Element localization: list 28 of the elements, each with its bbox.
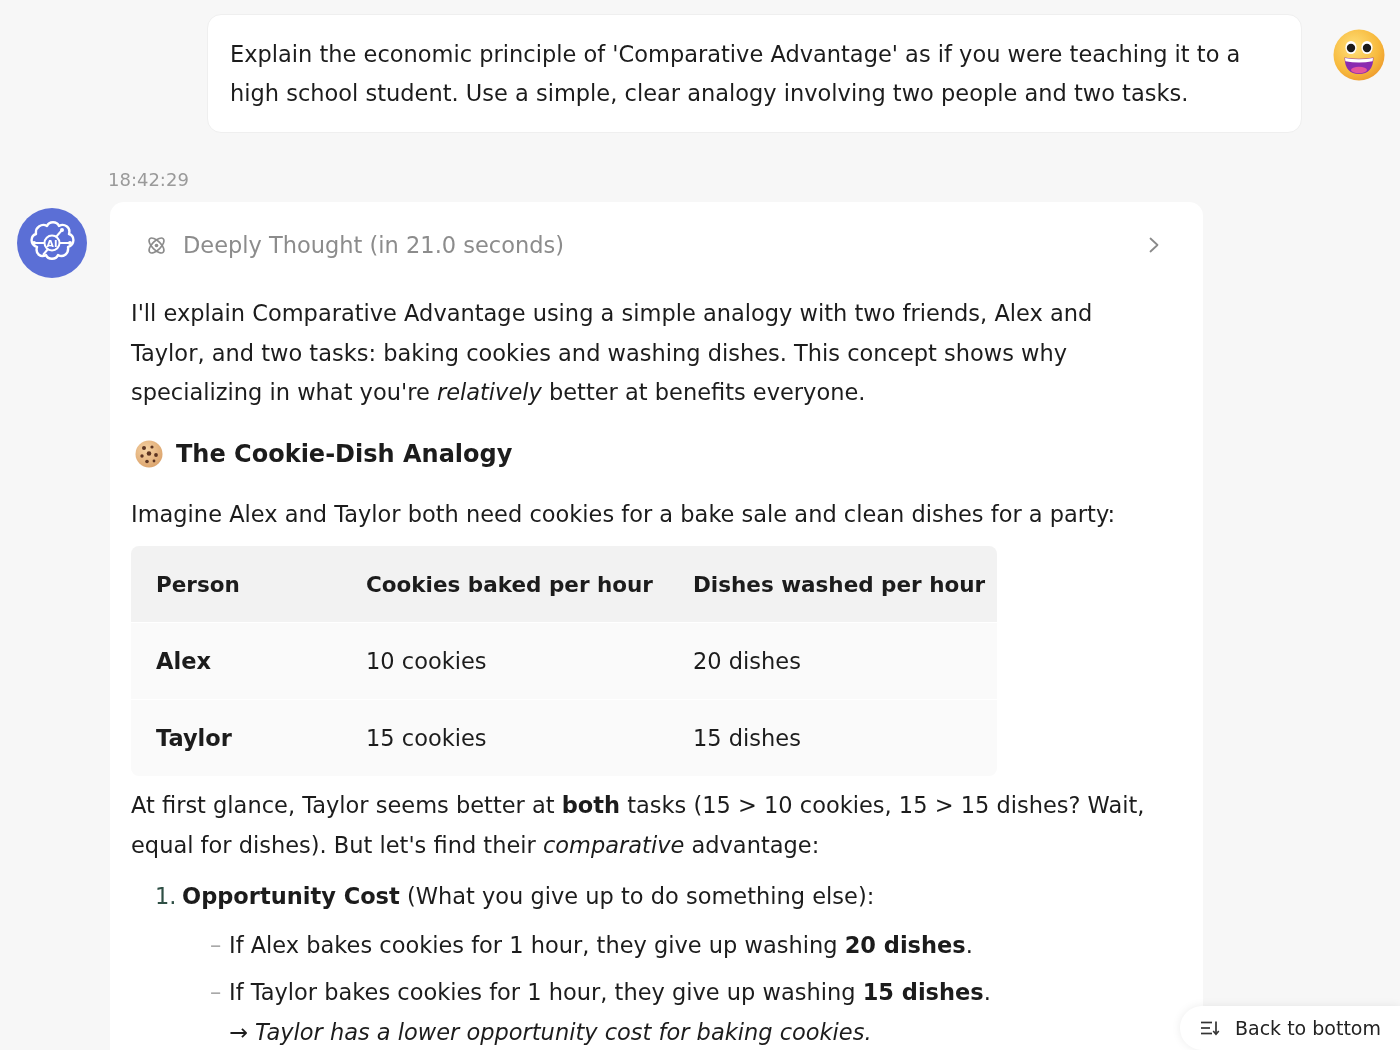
list-item-text: If Taylor bakes cookies for 1 hour, they give up washing 15 dishes. (229, 978, 991, 1007)
table-header-cell: Dishes washed per hour (668, 546, 997, 622)
back-to-bottom-button[interactable]: Back to bottom (1180, 1006, 1400, 1050)
message-paragraph: At first glance, Taylor seems better at both tasks (15 > 10 cookies, 15 > 15 dishes? Wait, equal for dishes). But let's find their comparative advantage: (131, 791, 1146, 860)
user-avatar-icon (1333, 29, 1385, 81)
table-cell: 10 cookies (341, 622, 668, 699)
message-paragraph: I'll explain Comparative Advantage using a simple analogy with two friends, Alex and Taylor, and two tasks: baking cookies and washing dishes. This concept shows why specializing in what you're relatively better at benefits everyone. (131, 299, 1094, 407)
message-paragraph: Imagine Alex and Taylor both need cookies for a bake sale and clean dishes for a party: (131, 499, 1117, 529)
table-cell: 15 dishes (668, 699, 997, 776)
message-timestamp: 18:42:29 (108, 169, 189, 191)
list-item-text: If Alex bakes cookies for 1 hour, they give up washing 20 dishes. (229, 930, 973, 960)
table-cell: 20 dishes (668, 622, 997, 699)
table-cell: Alex (131, 622, 341, 699)
list-bullet: – (210, 930, 223, 960)
table-cell: 15 cookies (341, 699, 668, 776)
lines-down-arrow-icon (1200, 1020, 1220, 1036)
table-header-cell: Cookies baked per hour (341, 546, 668, 622)
table-header-cell: Person (131, 546, 341, 622)
atom-icon (146, 234, 167, 256)
table-cell: Taylor (131, 699, 341, 776)
user-message-text: Explain the economic principle of 'Comparative Advantage' as if you were teaching it to a high school student. Use a simple, clear analogy involving two people and two tasks. (230, 40, 1242, 108)
section-heading: The Cookie-Dish Analogy (176, 438, 513, 470)
list-note: → Taylor has a lower opportunity cost for baking cookies. (229, 1017, 872, 1047)
assistant-avatar-icon: AI (17, 208, 87, 278)
list-number: 1. (155, 882, 178, 911)
list-item-text: Opportunity Cost (What you give up to do something else): (182, 882, 875, 911)
cookie-icon (135, 439, 163, 468)
list-bullet: – (210, 978, 223, 1007)
